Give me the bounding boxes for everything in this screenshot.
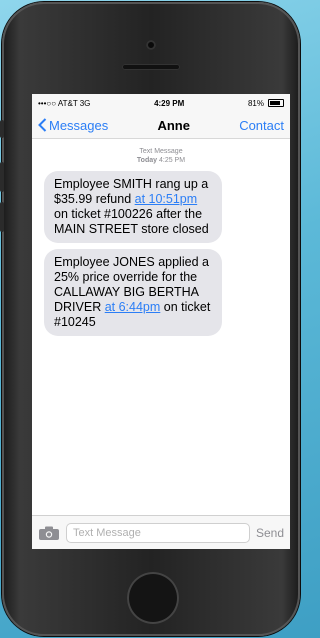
input-placeholder: Text Message [73, 526, 141, 539]
message-bubble: Employee SMITH rang up a $35.99 refund a… [44, 171, 222, 243]
back-button[interactable]: Messages [38, 118, 108, 133]
message-bubble: Employee JONES applied a 25% price overr… [44, 249, 222, 336]
volume-down-button [0, 202, 4, 232]
carrier-label: •••○○ AT&T [38, 98, 78, 108]
time-link[interactable]: at 10:51pm [135, 192, 198, 206]
thread-label: Text Message [139, 148, 183, 155]
send-button[interactable]: Send [256, 526, 284, 540]
phone-frame: •••○○ AT&T 3G 4:29 PM 81% Messages Anne … [0, 2, 300, 636]
network-label: 3G [79, 98, 91, 108]
conversation-title: Anne [157, 117, 190, 133]
battery-icon [268, 99, 284, 107]
message-input[interactable]: Text Message [66, 522, 250, 543]
chevron-left-icon [38, 118, 47, 132]
mute-switch [0, 120, 4, 138]
thread-day: Today [136, 157, 158, 164]
status-bar: •••○○ AT&T 3G 4:29 PM 81% [32, 94, 290, 112]
thread-timestamp: Text Message Today 4:25 PM [32, 147, 290, 165]
battery-percent: 81% [247, 98, 264, 108]
earpiece-speaker [122, 64, 180, 70]
thread-time: 4:25 PM [158, 157, 186, 164]
screen: •••○○ AT&T 3G 4:29 PM 81% Messages Anne … [32, 94, 290, 549]
time-link[interactable]: at 6:44pm [105, 300, 161, 314]
camera-icon[interactable] [38, 526, 60, 540]
home-button[interactable] [127, 572, 179, 624]
clock: 4:29 PM [154, 98, 185, 108]
nav-bar: Messages Anne Contact [32, 112, 290, 139]
front-camera [146, 40, 156, 50]
compose-bar: Text Message Send [32, 515, 290, 549]
back-label: Messages [49, 117, 109, 133]
contact-button[interactable]: Contact [239, 118, 284, 133]
volume-up-button [0, 162, 4, 192]
message-text: on ticket #100226 after the MAIN STREET … [54, 207, 209, 236]
